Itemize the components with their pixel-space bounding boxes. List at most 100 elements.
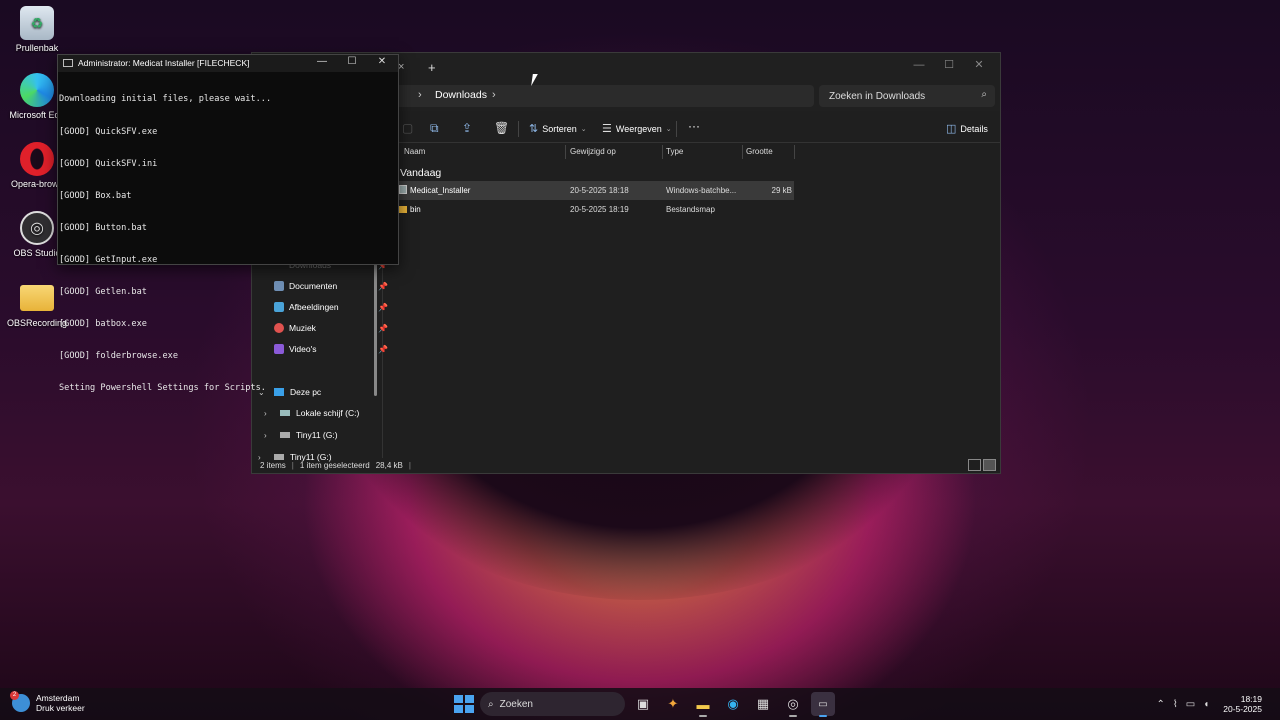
column-divider[interactable]: [565, 145, 566, 159]
tiles-view-icon[interactable]: [983, 459, 996, 471]
group-header-today[interactable]: Vandaag: [400, 167, 441, 179]
obs-taskbar-icon[interactable]: ◎: [781, 692, 805, 717]
taskbar-search-label: Zoeken: [499, 698, 533, 710]
more-options-button[interactable]: ···: [688, 119, 700, 133]
view-icon: ☰: [602, 123, 612, 135]
file-modified: 20-5-2025 18:19: [570, 205, 629, 214]
breadcrumb-downloads[interactable]: Downloads: [435, 89, 487, 101]
console-output[interactable]: Downloading initial files, please wait..…: [59, 73, 397, 416]
console-window[interactable]: Administrator: Medicat Installer [FILECH…: [57, 54, 399, 393]
weather-city: Amsterdam: [36, 693, 80, 703]
search-icon[interactable]: ⌕: [981, 89, 987, 100]
clock-date: 20-5-2025: [1223, 704, 1262, 714]
taskbar-search[interactable]: ⌕ Zoeken: [480, 692, 625, 716]
minimize-icon[interactable]: —: [312, 56, 332, 67]
store-icon[interactable]: ▦: [751, 692, 775, 716]
console-line: [GOOD] Button.bat: [59, 222, 147, 233]
console-line: [GOOD] batbox.exe: [59, 319, 147, 330]
file-explorer-taskbar-icon[interactable]: ▬: [691, 692, 715, 717]
view-toggle: [968, 459, 996, 471]
search-input[interactable]: [819, 85, 969, 107]
folder-icon: [20, 285, 54, 311]
sort-button[interactable]: ⇅ Sorteren ⌄: [529, 122, 587, 135]
obs-icon: ◎: [20, 211, 54, 245]
file-type: Bestandsmap: [666, 205, 715, 214]
close-icon[interactable]: ✕: [964, 55, 994, 75]
batch-file-icon: [399, 185, 407, 194]
chevron-right-icon[interactable]: ›: [492, 89, 496, 101]
file-row-medicat-installer[interactable]: Medicat_Installer 20-5-2025 18:18 Window…: [396, 181, 794, 200]
column-header-type[interactable]: Type: [666, 147, 683, 156]
copilot-icon[interactable]: ✦: [661, 692, 685, 716]
display-icon[interactable]: ▭: [1186, 699, 1195, 710]
recycle-bin-icon: ♻: [20, 6, 54, 40]
chevron-right-icon[interactable]: ›: [264, 431, 274, 440]
edge-taskbar-icon[interactable]: ◉: [721, 692, 745, 716]
tree-item-label: Tiny11 (G:): [296, 430, 338, 440]
system-tray: ⌃ ⌇ ▭ ◖ 18:19 20-5-2025: [1156, 694, 1262, 714]
column-divider[interactable]: [662, 145, 663, 159]
chevron-up-icon[interactable]: ⌃: [1156, 699, 1164, 710]
details-view-icon[interactable]: [968, 459, 981, 471]
delete-icon[interactable]: 🗑: [494, 121, 509, 135]
close-icon[interactable]: ✕: [372, 56, 392, 67]
clock-time: 18:19: [1240, 694, 1262, 704]
details-button[interactable]: ◫ Details: [946, 122, 988, 135]
console-line: Downloading initial files, please wait..…: [59, 94, 272, 105]
search-icon: ⌕: [488, 698, 494, 710]
console-line: [GOOD] GetInput.exe: [59, 254, 158, 265]
folder-icon: [399, 206, 407, 213]
column-header-name[interactable]: Naam: [404, 147, 425, 156]
column-divider[interactable]: [794, 145, 795, 159]
console-line: [GOOD] QuickSFV.exe: [59, 126, 158, 137]
console-window-controls: — ☐ ✕: [312, 56, 392, 67]
network-icon[interactable]: ⌇: [1173, 699, 1178, 710]
file-name: bin: [410, 205, 421, 214]
weather-status: Druk verkeer: [36, 703, 85, 713]
console-line: Setting Powershell Settings for Scripts.: [59, 383, 266, 394]
weather-widget[interactable]: 2 Amsterdam Druk verkeer: [10, 691, 85, 713]
share-icon[interactable]: ⇪: [462, 121, 472, 135]
maximize-icon[interactable]: ☐: [934, 55, 964, 75]
minimize-icon[interactable]: —: [904, 55, 934, 75]
drive-icon: [274, 454, 284, 460]
console-titlebar[interactable]: Administrator: Medicat Installer [FILECH…: [58, 55, 398, 72]
taskbar-apps: ⌕ Zoeken ▣ ✦ ▬ ◉ ▦ ◎ ▭: [452, 692, 835, 717]
status-item-count: 2 items: [260, 461, 286, 470]
opera-icon: [20, 142, 54, 176]
notification-badge: 2: [10, 691, 19, 700]
column-divider[interactable]: [742, 145, 743, 159]
task-view-icon[interactable]: ▣: [631, 692, 655, 716]
edge-icon: [20, 73, 54, 107]
view-label: Weergeven: [615, 123, 662, 134]
new-tab-button[interactable]: +: [428, 60, 436, 75]
sort-icon: ⇅: [529, 123, 539, 135]
desktop-icon-recycle-bin[interactable]: ♻ Prullenbak: [6, 6, 68, 53]
chevron-down-icon: ⌄: [580, 125, 587, 133]
sort-label: Sorteren: [542, 123, 577, 134]
terminal-taskbar-icon[interactable]: ▭: [811, 692, 835, 717]
address-bar[interactable]: › Downloads ›: [392, 85, 814, 107]
clock[interactable]: 18:19 20-5-2025: [1223, 694, 1262, 714]
search-box[interactable]: ⌕: [819, 85, 995, 107]
maximize-icon[interactable]: ☐: [342, 56, 362, 67]
copy-icon[interactable]: ⧉: [430, 121, 439, 136]
start-button[interactable]: [452, 693, 474, 715]
file-modified: 20-5-2025 18:18: [570, 186, 629, 195]
column-header-modified[interactable]: Gewijzigd op: [570, 147, 616, 156]
chevron-down-icon: ⌄: [665, 125, 672, 133]
status-size: 28,4 kB: [375, 461, 403, 470]
taskbar: 2 Amsterdam Druk verkeer ⌕ Zoeken ▣ ✦ ▬ …: [0, 688, 1280, 720]
tree-item-drive-g[interactable]: › Tiny11 (G:): [264, 425, 338, 445]
new-icon[interactable]: ▢: [402, 121, 413, 135]
drive-icon: [280, 432, 290, 438]
console-title: Administrator: Medicat Installer [FILECH…: [78, 58, 250, 68]
desktop-icon-label: Prullenbak: [15, 43, 59, 53]
chevron-right-icon[interactable]: ›: [418, 89, 422, 101]
status-selection: 1 item geselecteerd: [299, 461, 370, 470]
volume-icon[interactable]: ◖: [1203, 699, 1209, 710]
status-separator: |: [291, 461, 294, 470]
view-button[interactable]: ☰ Weergeven ⌄: [602, 122, 672, 135]
column-header-size[interactable]: Grootte: [746, 147, 773, 156]
file-row-bin[interactable]: bin 20-5-2025 18:19 Bestandsmap: [396, 200, 794, 219]
